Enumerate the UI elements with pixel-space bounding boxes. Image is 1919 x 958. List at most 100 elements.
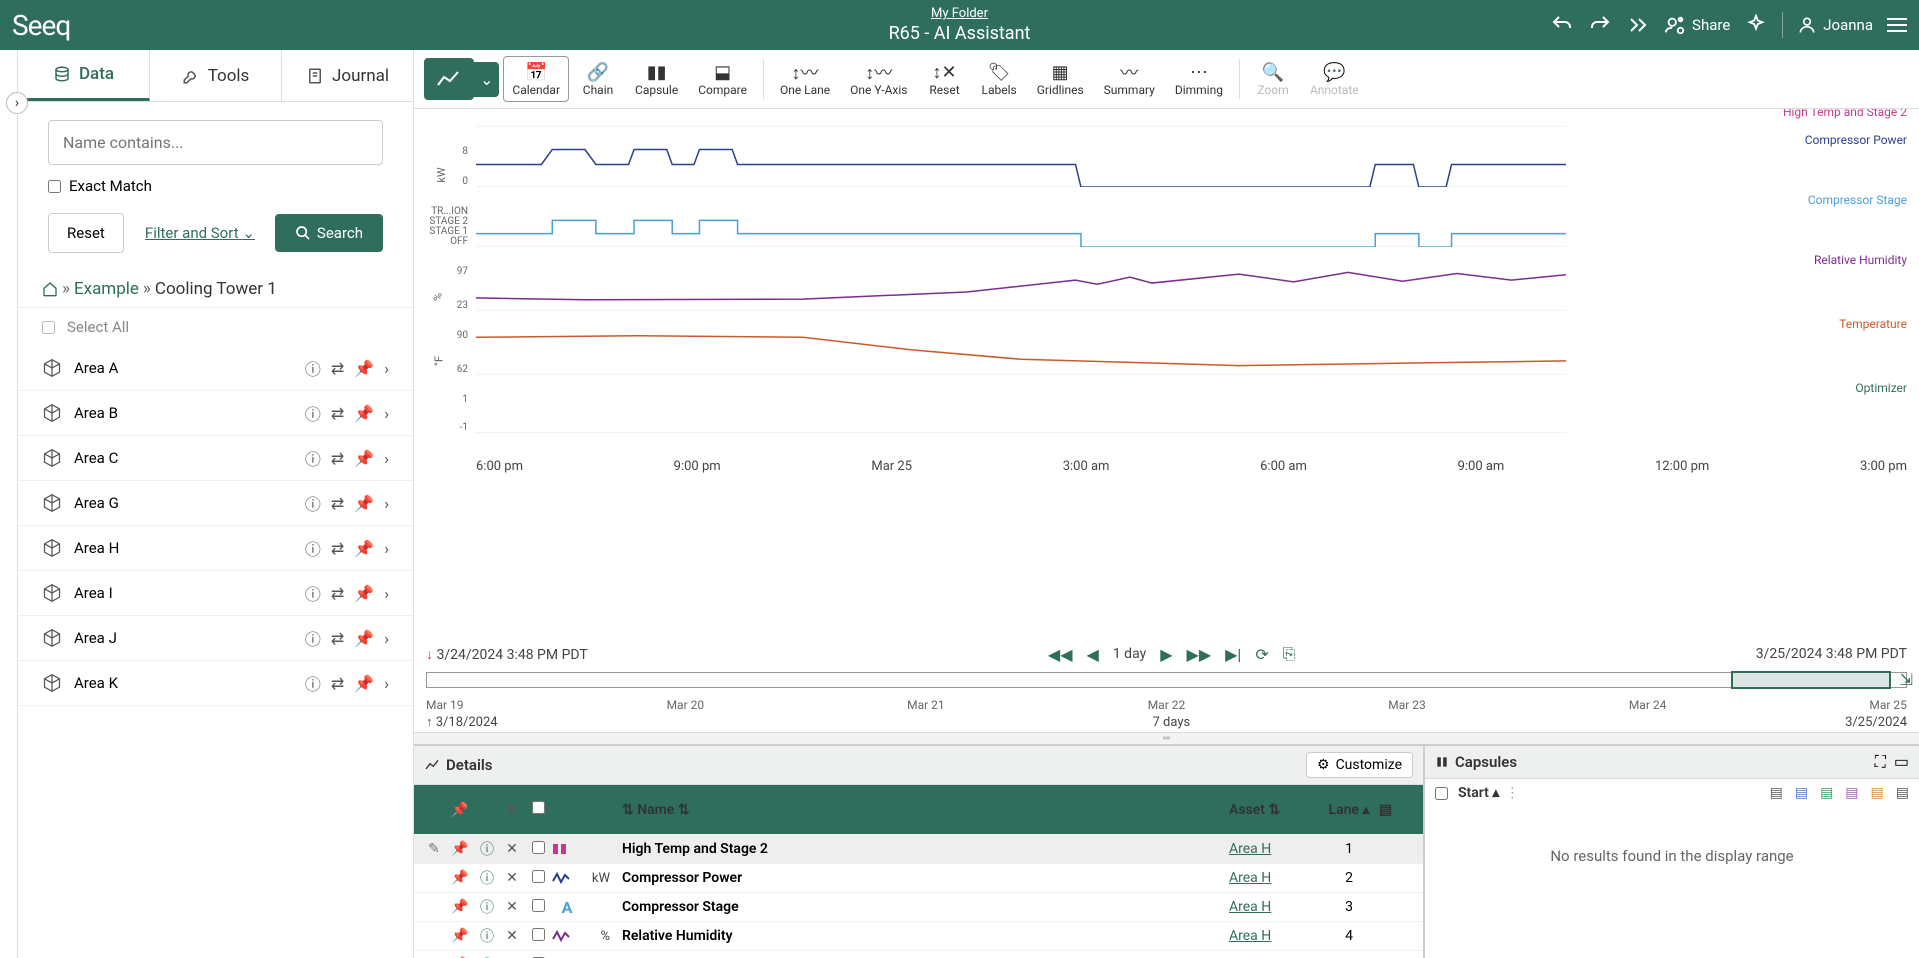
exact-match-input[interactable] xyxy=(48,180,61,193)
one-yaxis-button[interactable]: ↕〰One Y-Axis xyxy=(842,57,915,101)
arrow-up-icon[interactable]: ↑ xyxy=(426,715,433,730)
step-back-fast-icon[interactable]: ◀◀ xyxy=(1048,645,1073,664)
chevron-right-icon[interactable]: › xyxy=(384,359,389,378)
pin-icon[interactable]: 📌 xyxy=(354,404,374,423)
capsule-action-5-icon[interactable]: ▤ xyxy=(1871,785,1884,801)
remove-icon[interactable]: ✕ xyxy=(506,841,518,857)
select-all-checkbox[interactable] xyxy=(42,321,55,334)
info-icon[interactable]: ⓘ xyxy=(305,626,321,650)
chevron-right-icon[interactable]: › xyxy=(384,584,389,603)
capsule-action-6-icon[interactable]: ▤ xyxy=(1896,785,1909,801)
redo-icon[interactable] xyxy=(1588,13,1612,37)
pin-header-icon[interactable]: 📌 xyxy=(446,802,474,818)
lane-number[interactable]: 4 xyxy=(1319,928,1379,944)
swap-icon[interactable]: ⇄ xyxy=(331,449,344,468)
chevron-right-icon[interactable]: › xyxy=(384,674,389,693)
pin-icon[interactable]: 📌 xyxy=(354,539,374,558)
sort-name-icon2[interactable]: ⇅ xyxy=(678,802,690,818)
range-fit-icon[interactable]: ⇲ xyxy=(1900,670,1913,689)
range-slider[interactable]: ⇲ xyxy=(426,672,1907,692)
swap-icon[interactable]: ⇄ xyxy=(331,359,344,378)
resize-handle[interactable]: ═ xyxy=(414,732,1919,744)
trend-view-dropdown[interactable]: ⌄ xyxy=(474,62,499,97)
swap-icon[interactable]: ⇄ xyxy=(331,674,344,693)
chart-lane[interactable]: Compressor Stage TR...IONSTAGE 2STAGE 1O… xyxy=(426,207,1907,263)
chart-area[interactable]: High Temp and Stage 2 Compressor Power 8… xyxy=(414,109,1919,642)
swap-icon[interactable]: ⇄ xyxy=(331,584,344,603)
lane-number[interactable]: 3 xyxy=(1319,899,1379,915)
swap-icon[interactable]: ⇄ xyxy=(331,539,344,558)
copy-range-icon[interactable]: ⎘ xyxy=(1283,644,1296,664)
row-checkbox[interactable] xyxy=(532,870,545,883)
info-icon[interactable]: ⓘ xyxy=(305,356,321,380)
redo-forward-icon[interactable] xyxy=(1626,13,1650,37)
row-checkbox[interactable] xyxy=(532,899,545,912)
pin-icon[interactable]: 📌 xyxy=(354,629,374,648)
asset-item[interactable]: Area G ⓘ ⇄ 📌 › xyxy=(18,481,413,526)
chevron-right-icon[interactable]: › xyxy=(384,494,389,513)
sort-asset-icon[interactable]: ⇅ xyxy=(1268,802,1280,818)
row-checkbox[interactable] xyxy=(532,928,545,941)
swap-icon[interactable]: ⇄ xyxy=(331,629,344,648)
capsule-action-2-icon[interactable]: ▤ xyxy=(1795,785,1808,801)
sort-name-icon[interactable]: ⇅ xyxy=(622,802,634,818)
info-icon[interactable]: ⓘ xyxy=(480,871,494,887)
gridlines-button[interactable]: ▦Gridlines xyxy=(1029,57,1092,101)
asset-link[interactable]: Area H xyxy=(1229,899,1271,915)
search-input[interactable] xyxy=(48,120,383,165)
edit-icon[interactable]: ✎ xyxy=(428,841,440,857)
details-row[interactable]: ✎ 📌 ⓘ ✕ High Temp and Stage 2 Area H 1 xyxy=(414,835,1423,864)
asset-link[interactable]: Area H xyxy=(1229,870,1271,886)
asset-item[interactable]: Area K ⓘ ⇄ 📌 › xyxy=(18,661,413,706)
chevron-right-icon[interactable]: › xyxy=(384,404,389,423)
remove-icon[interactable]: ✕ xyxy=(506,870,518,886)
sidebar-toggle[interactable]: › xyxy=(0,50,18,958)
pin-icon[interactable]: 📌 xyxy=(354,674,374,693)
pin-icon[interactable]: 📌 xyxy=(354,584,374,603)
step-to-now-icon[interactable]: ▶| xyxy=(1225,645,1241,664)
exact-match-checkbox[interactable]: Exact Match xyxy=(48,177,383,195)
capsule-button[interactable]: ▮▮Capsule xyxy=(627,57,686,101)
details-row[interactable]: 📌 ⓘ ✕ kW Compressor Power Area H 2 xyxy=(414,864,1423,893)
time-start[interactable]: 3/24/2024 3:48 PM PDT xyxy=(436,647,587,663)
details-row[interactable]: 📌 ⓘ ✕ % Relative Humidity Area H 4 xyxy=(414,922,1423,951)
pin-icon[interactable]: 📌 xyxy=(451,870,468,886)
asset-item[interactable]: Area A ⓘ ⇄ 📌 › xyxy=(18,346,413,391)
pin-icon[interactable]: 📌 xyxy=(354,494,374,513)
chart-lane[interactable]: Relative Humidity 9723% xyxy=(426,267,1907,327)
reset-button[interactable]: Reset xyxy=(48,213,124,253)
chart-lane[interactable]: Compressor Power 80kW xyxy=(426,147,1907,203)
chevron-right-icon[interactable]: › xyxy=(384,539,389,558)
asset-item[interactable]: Area C ⓘ ⇄ 📌 › xyxy=(18,436,413,481)
capsule-action-4-icon[interactable]: ▤ xyxy=(1845,785,1858,801)
arrow-down-icon[interactable]: ↓ xyxy=(426,647,433,663)
expand-icon[interactable]: ⛶ xyxy=(1875,752,1886,772)
signal-name[interactable]: Relative Humidity xyxy=(616,928,1229,944)
remove-icon[interactable]: ✕ xyxy=(506,928,518,944)
time-end[interactable]: 3/25/2024 3:48 PM PDT xyxy=(1756,646,1907,662)
chevron-right-icon[interactable]: › xyxy=(384,449,389,468)
info-icon[interactable]: ⓘ xyxy=(305,671,321,695)
asset-item[interactable]: Area H ⓘ ⇄ 📌 › xyxy=(18,526,413,571)
chart-lane[interactable]: High Temp and Stage 2 xyxy=(426,119,1907,143)
home-icon[interactable] xyxy=(42,281,58,297)
search-button[interactable]: Search xyxy=(275,214,383,252)
select-all-details[interactable] xyxy=(532,801,545,814)
chain-button[interactable]: 🔗Chain xyxy=(573,57,623,101)
one-lane-button[interactable]: ↕〰One Lane xyxy=(772,57,838,101)
user-menu[interactable]: Joanna xyxy=(1797,15,1873,35)
pin-icon[interactable]: 📌 xyxy=(354,359,374,378)
remove-all-icon[interactable]: ✕ xyxy=(500,802,524,818)
range-end[interactable]: 3/25/2024 xyxy=(1845,715,1907,730)
step-forward-fast-icon[interactable]: ▶▶ xyxy=(1187,645,1212,664)
dimming-button[interactable]: ⋯Dimming xyxy=(1167,57,1231,101)
chevron-right-icon[interactable]: › xyxy=(384,629,389,648)
info-icon[interactable]: ⓘ xyxy=(305,581,321,605)
range-start[interactable]: 3/18/2024 xyxy=(436,715,498,730)
tab-data[interactable]: Data xyxy=(18,50,150,101)
lane-number[interactable]: 2 xyxy=(1319,870,1379,886)
tab-tools[interactable]: Tools xyxy=(150,50,282,101)
info-icon[interactable]: ⓘ xyxy=(305,401,321,425)
sort-lane-icon[interactable]: ▴ xyxy=(1362,802,1369,818)
menu-icon[interactable] xyxy=(1887,18,1907,32)
